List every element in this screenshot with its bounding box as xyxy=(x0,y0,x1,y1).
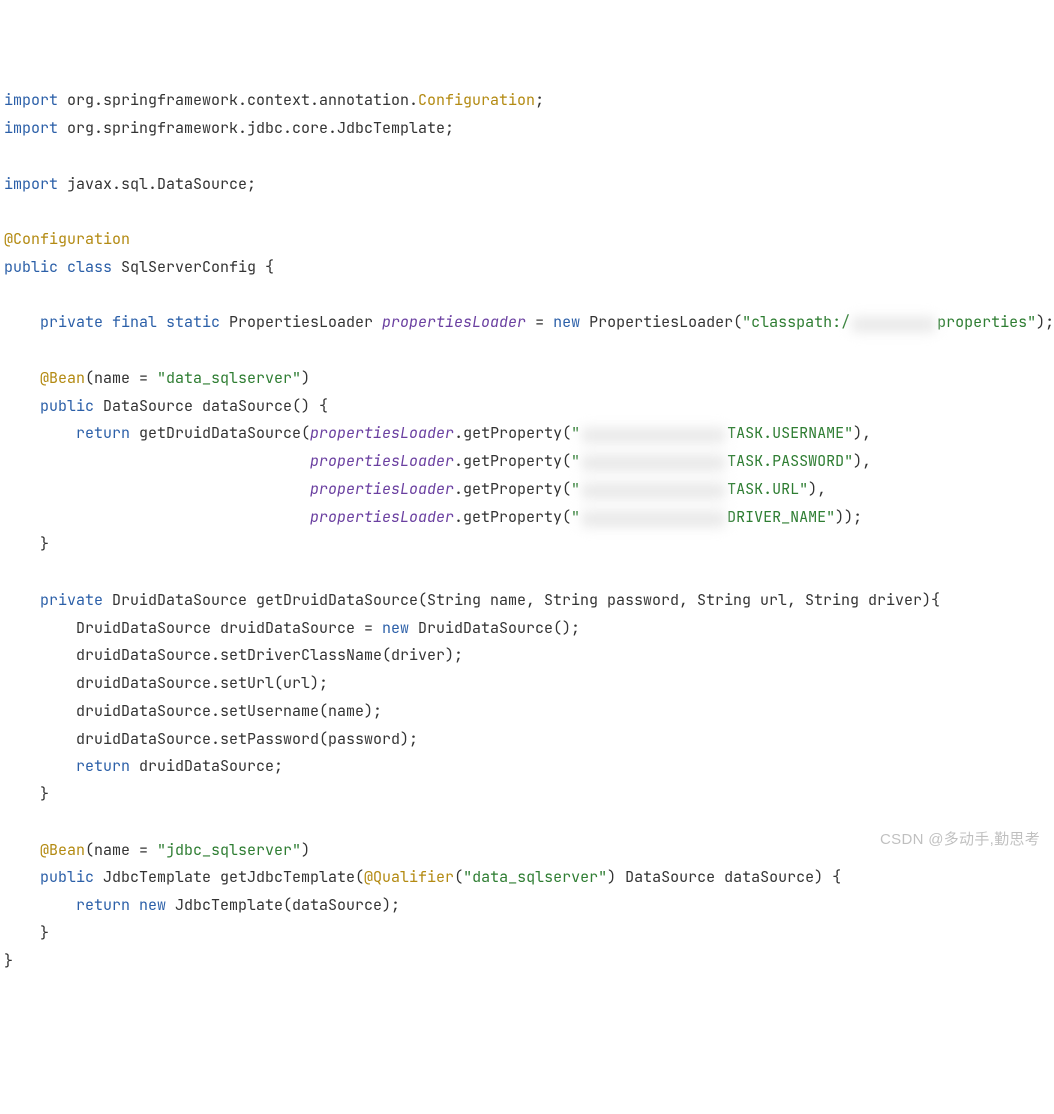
package-path: org.springframework.jdbc.core.JdbcTempla… xyxy=(67,118,454,138)
redacted-icon xyxy=(852,317,935,333)
annotation-bean: @Bean xyxy=(40,368,85,388)
field-name: propertiesLoader xyxy=(382,312,526,332)
statement: druidDataSource.setUsername(name); xyxy=(76,701,382,721)
field-modifiers: private final static xyxy=(40,312,229,332)
redacted-icon xyxy=(582,428,725,444)
package-path: javax.sql.DataSource; xyxy=(67,174,256,194)
brace-close: } xyxy=(40,534,49,554)
method-signature: DataSource dataSource() { xyxy=(103,396,328,416)
redacted-icon xyxy=(582,511,725,527)
annotation-qualifier: @Qualifier xyxy=(364,867,454,887)
class-ref: Configuration xyxy=(418,90,535,110)
statement: druidDataSource.setDriverClassName(drive… xyxy=(76,645,463,665)
statement: druidDataSource.setPassword(password); xyxy=(76,729,418,749)
class-name: SqlServerConfig { xyxy=(121,257,274,277)
brace-close: } xyxy=(40,784,49,804)
class-modifiers: public class xyxy=(4,257,121,277)
keyword-import: import xyxy=(4,90,58,110)
watermark-text: CSDN @多动手,勤思考 xyxy=(880,826,1040,854)
brace-close: } xyxy=(4,951,13,971)
annotation-configuration: @Configuration xyxy=(4,229,130,249)
keyword-import: import xyxy=(4,118,58,138)
keyword-import: import xyxy=(4,174,58,194)
statement: druidDataSource.setUrl(url); xyxy=(76,673,328,693)
annotation-bean: @Bean xyxy=(40,840,85,860)
method-signature: DruidDataSource getDruidDataSource(Strin… xyxy=(112,590,940,610)
redacted-icon xyxy=(582,483,725,499)
redacted-icon xyxy=(582,455,725,471)
package-path: org.springframework.context.annotation. xyxy=(67,90,418,110)
brace-close: } xyxy=(40,923,49,943)
